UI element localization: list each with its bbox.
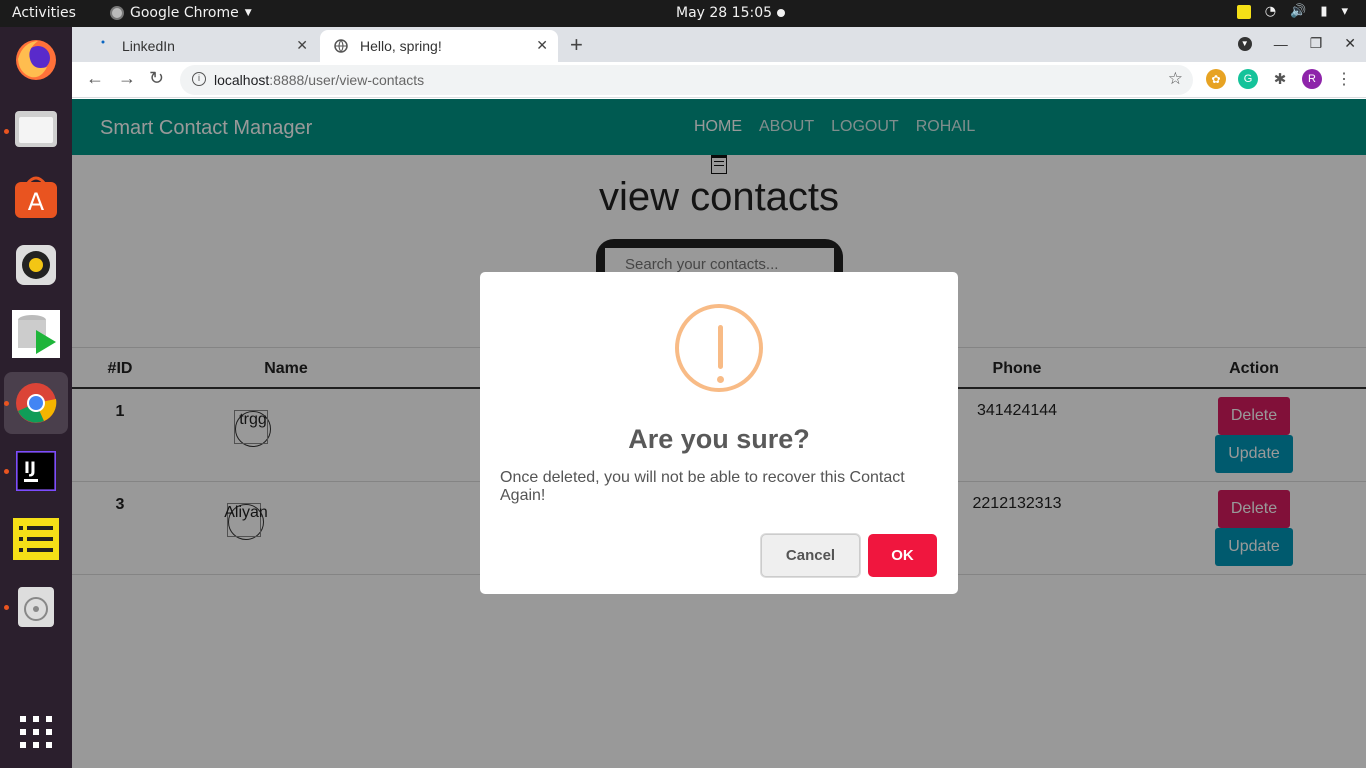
loading-favicon-icon — [96, 39, 110, 53]
address-bar[interactable]: i localhost:8888/user/view-contacts ☆ — [180, 65, 1193, 95]
rhythmbox-icon[interactable] — [11, 240, 61, 290]
sticky-notes-app-icon[interactable] — [11, 514, 61, 564]
extensions-puzzle-icon[interactable]: ✱ — [1270, 69, 1290, 89]
app-menu-label: Google Chrome — [130, 5, 239, 21]
back-icon[interactable]: ← — [86, 68, 104, 89]
web-page: Smart Contact Manager HOME ABOUT LOGOUT … — [72, 99, 1366, 768]
wifi-icon[interactable]: ◔ — [1265, 4, 1276, 19]
svg-text:IJ: IJ — [24, 458, 36, 477]
site-info-icon[interactable]: i — [192, 72, 206, 86]
ok-button[interactable]: OK — [868, 534, 937, 577]
grammarly-icon[interactable]: G — [1238, 69, 1258, 89]
tab-strip: LinkedIn ✕ Hello, spring! ✕ + ▼ — ❐ ✕ — [72, 27, 1366, 62]
files-icon[interactable] — [11, 104, 61, 154]
caret-down-icon: ▼ — [244, 8, 252, 18]
system-tray[interactable]: ◔ 🔊 ▮ ▾ — [1236, 4, 1348, 19]
notification-dot-icon — [777, 9, 785, 17]
dock-running-indicator — [4, 605, 9, 610]
minimize-icon[interactable]: — — [1274, 36, 1288, 52]
tab-close-icon[interactable]: ✕ — [296, 37, 308, 54]
confirm-dialog: Are you sure? Once deleted, you will not… — [480, 272, 958, 594]
tab-search-icon[interactable]: ▼ — [1237, 36, 1252, 51]
bookmark-star-icon[interactable]: ☆ — [1168, 69, 1183, 89]
dock-running-indicator — [4, 469, 9, 474]
dock-running-indicator — [4, 129, 9, 134]
battery-icon[interactable]: ▮ — [1320, 4, 1327, 19]
volume-icon[interactable]: 🔊 — [1290, 4, 1306, 19]
sticky-notes-icon[interactable] — [1236, 4, 1251, 19]
tab-close-icon[interactable]: ✕ — [536, 37, 548, 54]
tab-label: Hello, spring! — [360, 38, 442, 54]
svg-text:A: A — [28, 188, 45, 216]
reload-icon[interactable]: ↻ — [149, 68, 164, 89]
dialog-title: Are you sure? — [628, 424, 810, 454]
chrome-icon[interactable] — [11, 378, 61, 428]
dialog-text: Once deleted, you will not be able to re… — [500, 469, 905, 504]
tab-hello-spring[interactable]: Hello, spring! ✕ — [320, 30, 558, 62]
dock: A IJ — [0, 27, 72, 768]
warning-icon — [675, 304, 763, 392]
tab-label: LinkedIn — [122, 38, 175, 54]
browser-toolbar: ← → ↻ i localhost:8888/user/view-contact… — [72, 62, 1366, 98]
app-menu[interactable]: Google Chrome ▼ — [110, 5, 252, 21]
power-menu-icon[interactable]: ▾ — [1341, 4, 1348, 19]
browser-window: LinkedIn ✕ Hello, spring! ✕ + ▼ — ❐ ✕ ← … — [72, 27, 1366, 768]
database-tool-icon[interactable] — [11, 309, 61, 359]
activities-button[interactable]: Activities — [12, 5, 76, 21]
window-controls: ▼ — ❐ ✕ — [1237, 35, 1356, 52]
intellij-icon[interactable]: IJ — [11, 446, 61, 496]
system-top-bar: Activities Google Chrome ▼ May 28 15:05 … — [0, 0, 1366, 27]
chrome-small-icon — [110, 6, 124, 20]
profile-avatar[interactable]: R — [1302, 69, 1322, 89]
disk-icon[interactable] — [11, 582, 61, 632]
extension-icon[interactable]: ✿ — [1206, 69, 1226, 89]
firefox-icon[interactable] — [11, 35, 61, 85]
chrome-menu-icon[interactable]: ⋮ — [1334, 69, 1354, 89]
software-center-icon[interactable]: A — [11, 172, 61, 222]
show-applications-icon[interactable] — [11, 707, 61, 757]
close-window-icon[interactable]: ✕ — [1344, 35, 1356, 52]
globe-icon — [334, 39, 348, 53]
cancel-button[interactable]: Cancel — [761, 534, 860, 577]
dock-running-indicator — [4, 401, 9, 406]
maximize-icon[interactable]: ❐ — [1310, 35, 1323, 52]
extensions-area: ✿ G ✱ R ⋮ — [1206, 69, 1354, 89]
url-text[interactable]: localhost:8888/user/view-contacts — [214, 72, 424, 88]
tab-linkedin[interactable]: LinkedIn ✕ — [82, 30, 318, 62]
new-tab-icon[interactable]: + — [570, 32, 583, 58]
forward-icon[interactable]: → — [118, 68, 136, 89]
clock[interactable]: May 28 15:05 — [676, 5, 772, 21]
